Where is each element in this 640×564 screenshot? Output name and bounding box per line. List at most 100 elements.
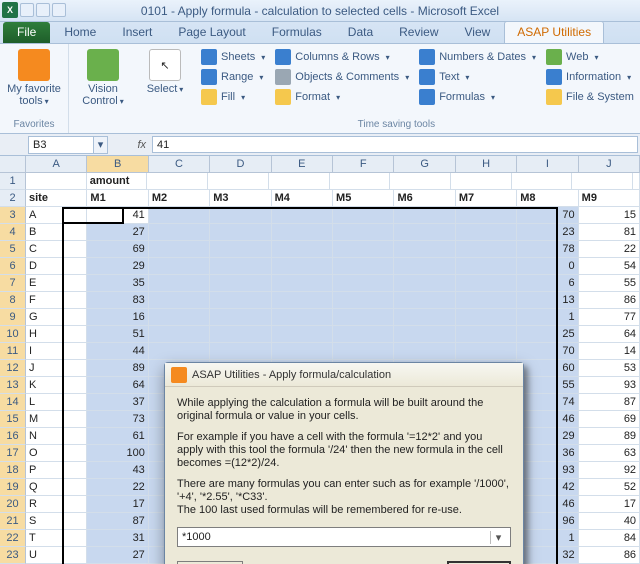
row-header[interactable]: 3	[0, 207, 26, 224]
cell[interactable]: 81	[579, 224, 640, 241]
cell[interactable]	[456, 326, 517, 343]
cell[interactable]: 87	[579, 394, 640, 411]
cell[interactable]: 61	[87, 428, 148, 445]
row-header[interactable]: 20	[0, 496, 26, 513]
qat-save-icon[interactable]	[20, 3, 34, 17]
cell[interactable]: 22	[87, 479, 148, 496]
cell[interactable]: 78	[517, 241, 578, 258]
cell[interactable]	[333, 292, 394, 309]
col-header-E[interactable]: E	[272, 156, 333, 173]
sheets-menu[interactable]: Sheets▾	[199, 48, 267, 66]
header-cell[interactable]	[512, 173, 573, 190]
row-header[interactable]: 7	[0, 275, 26, 292]
formulas-menu[interactable]: Formulas▾	[417, 88, 538, 106]
cell[interactable]: J	[26, 360, 87, 377]
cell[interactable]	[210, 258, 271, 275]
cell[interactable]	[149, 275, 210, 292]
cell[interactable]: 27	[87, 224, 148, 241]
cell[interactable]: 84	[579, 530, 640, 547]
cell[interactable]	[456, 343, 517, 360]
row-header[interactable]: 21	[0, 513, 26, 530]
cell[interactable]	[149, 292, 210, 309]
cell[interactable]	[394, 309, 455, 326]
header-cell[interactable]: M3	[210, 190, 271, 207]
row-header[interactable]: 8	[0, 292, 26, 309]
header-cell[interactable]	[633, 173, 640, 190]
formula-input-combo[interactable]: *1000▾	[177, 527, 511, 547]
vision-control-button[interactable]: Vision Control▾	[75, 46, 131, 108]
cell[interactable]	[394, 258, 455, 275]
header-cell[interactable]: M2	[149, 190, 210, 207]
cell[interactable]: 37	[87, 394, 148, 411]
header-cell[interactable]	[451, 173, 512, 190]
header-cell[interactable]: M5	[333, 190, 394, 207]
cell[interactable]: 86	[579, 547, 640, 564]
row-header[interactable]: 18	[0, 462, 26, 479]
cell[interactable]	[149, 241, 210, 258]
cell[interactable]	[272, 275, 333, 292]
col-header-I[interactable]: I	[517, 156, 578, 173]
cell[interactable]: U	[26, 547, 87, 564]
fill-menu[interactable]: Fill▾	[199, 88, 267, 106]
cell[interactable]: 1	[517, 309, 578, 326]
cell[interactable]	[333, 275, 394, 292]
cell[interactable]	[333, 309, 394, 326]
row-header[interactable]: 11	[0, 343, 26, 360]
cell[interactable]: 77	[579, 309, 640, 326]
cell[interactable]	[456, 241, 517, 258]
cell[interactable]: 22	[579, 241, 640, 258]
cell[interactable]: F	[26, 292, 87, 309]
header-cell[interactable]: M7	[456, 190, 517, 207]
cell[interactable]: 53	[579, 360, 640, 377]
cell[interactable]: L	[26, 394, 87, 411]
columns-rows-menu[interactable]: Columns & Rows▾	[273, 48, 411, 66]
name-box-dropdown[interactable]: ▾	[94, 136, 108, 154]
cell[interactable]	[210, 275, 271, 292]
header-cell[interactable]: amount	[87, 173, 148, 190]
cell[interactable]: 69	[87, 241, 148, 258]
cell[interactable]	[333, 258, 394, 275]
col-header-J[interactable]: J	[579, 156, 640, 173]
cell[interactable]: G	[26, 309, 87, 326]
file-system-menu[interactable]: File & System▾	[544, 88, 640, 106]
cell[interactable]: P	[26, 462, 87, 479]
cell[interactable]: 86	[579, 292, 640, 309]
tab-asap-utilities[interactable]: ASAP Utilities	[504, 21, 604, 43]
row-header[interactable]: 10	[0, 326, 26, 343]
cell[interactable]	[272, 326, 333, 343]
cell[interactable]: I	[26, 343, 87, 360]
cell[interactable]: 52	[579, 479, 640, 496]
cell[interactable]: 17	[87, 496, 148, 513]
web-menu[interactable]: Web▾	[544, 48, 640, 66]
tab-home[interactable]: Home	[52, 22, 108, 43]
cell[interactable]	[272, 241, 333, 258]
cell[interactable]	[210, 309, 271, 326]
cell[interactable]: 16	[87, 309, 148, 326]
header-cell[interactable]: M8	[517, 190, 578, 207]
cell[interactable]: B	[26, 224, 87, 241]
cell[interactable]	[149, 343, 210, 360]
format-menu[interactable]: Format▾	[273, 88, 411, 106]
row-headers[interactable]: 1234567891011121314151617181920212223242…	[0, 173, 26, 564]
cell[interactable]: T	[26, 530, 87, 547]
tab-view[interactable]: View	[453, 22, 503, 43]
cell[interactable]	[456, 275, 517, 292]
row-header[interactable]: 17	[0, 445, 26, 462]
header-cell[interactable]: M6	[394, 190, 455, 207]
cell[interactable]: 69	[579, 411, 640, 428]
cell[interactable]	[272, 224, 333, 241]
header-cell[interactable]	[147, 173, 208, 190]
combo-dropdown-icon[interactable]: ▾	[490, 531, 506, 544]
my-favorite-tools-button[interactable]: My favorite tools▾	[6, 46, 62, 108]
cell[interactable]: K	[26, 377, 87, 394]
cell[interactable]	[456, 292, 517, 309]
cell[interactable]	[210, 292, 271, 309]
row-header[interactable]: 5	[0, 241, 26, 258]
col-header-H[interactable]: H	[456, 156, 517, 173]
row-header[interactable]: 12	[0, 360, 26, 377]
row-header[interactable]: 14	[0, 394, 26, 411]
fx-label[interactable]: fx	[137, 139, 146, 151]
cell[interactable]: 31	[87, 530, 148, 547]
header-cell[interactable]	[269, 173, 330, 190]
cell[interactable]: 87	[87, 513, 148, 530]
